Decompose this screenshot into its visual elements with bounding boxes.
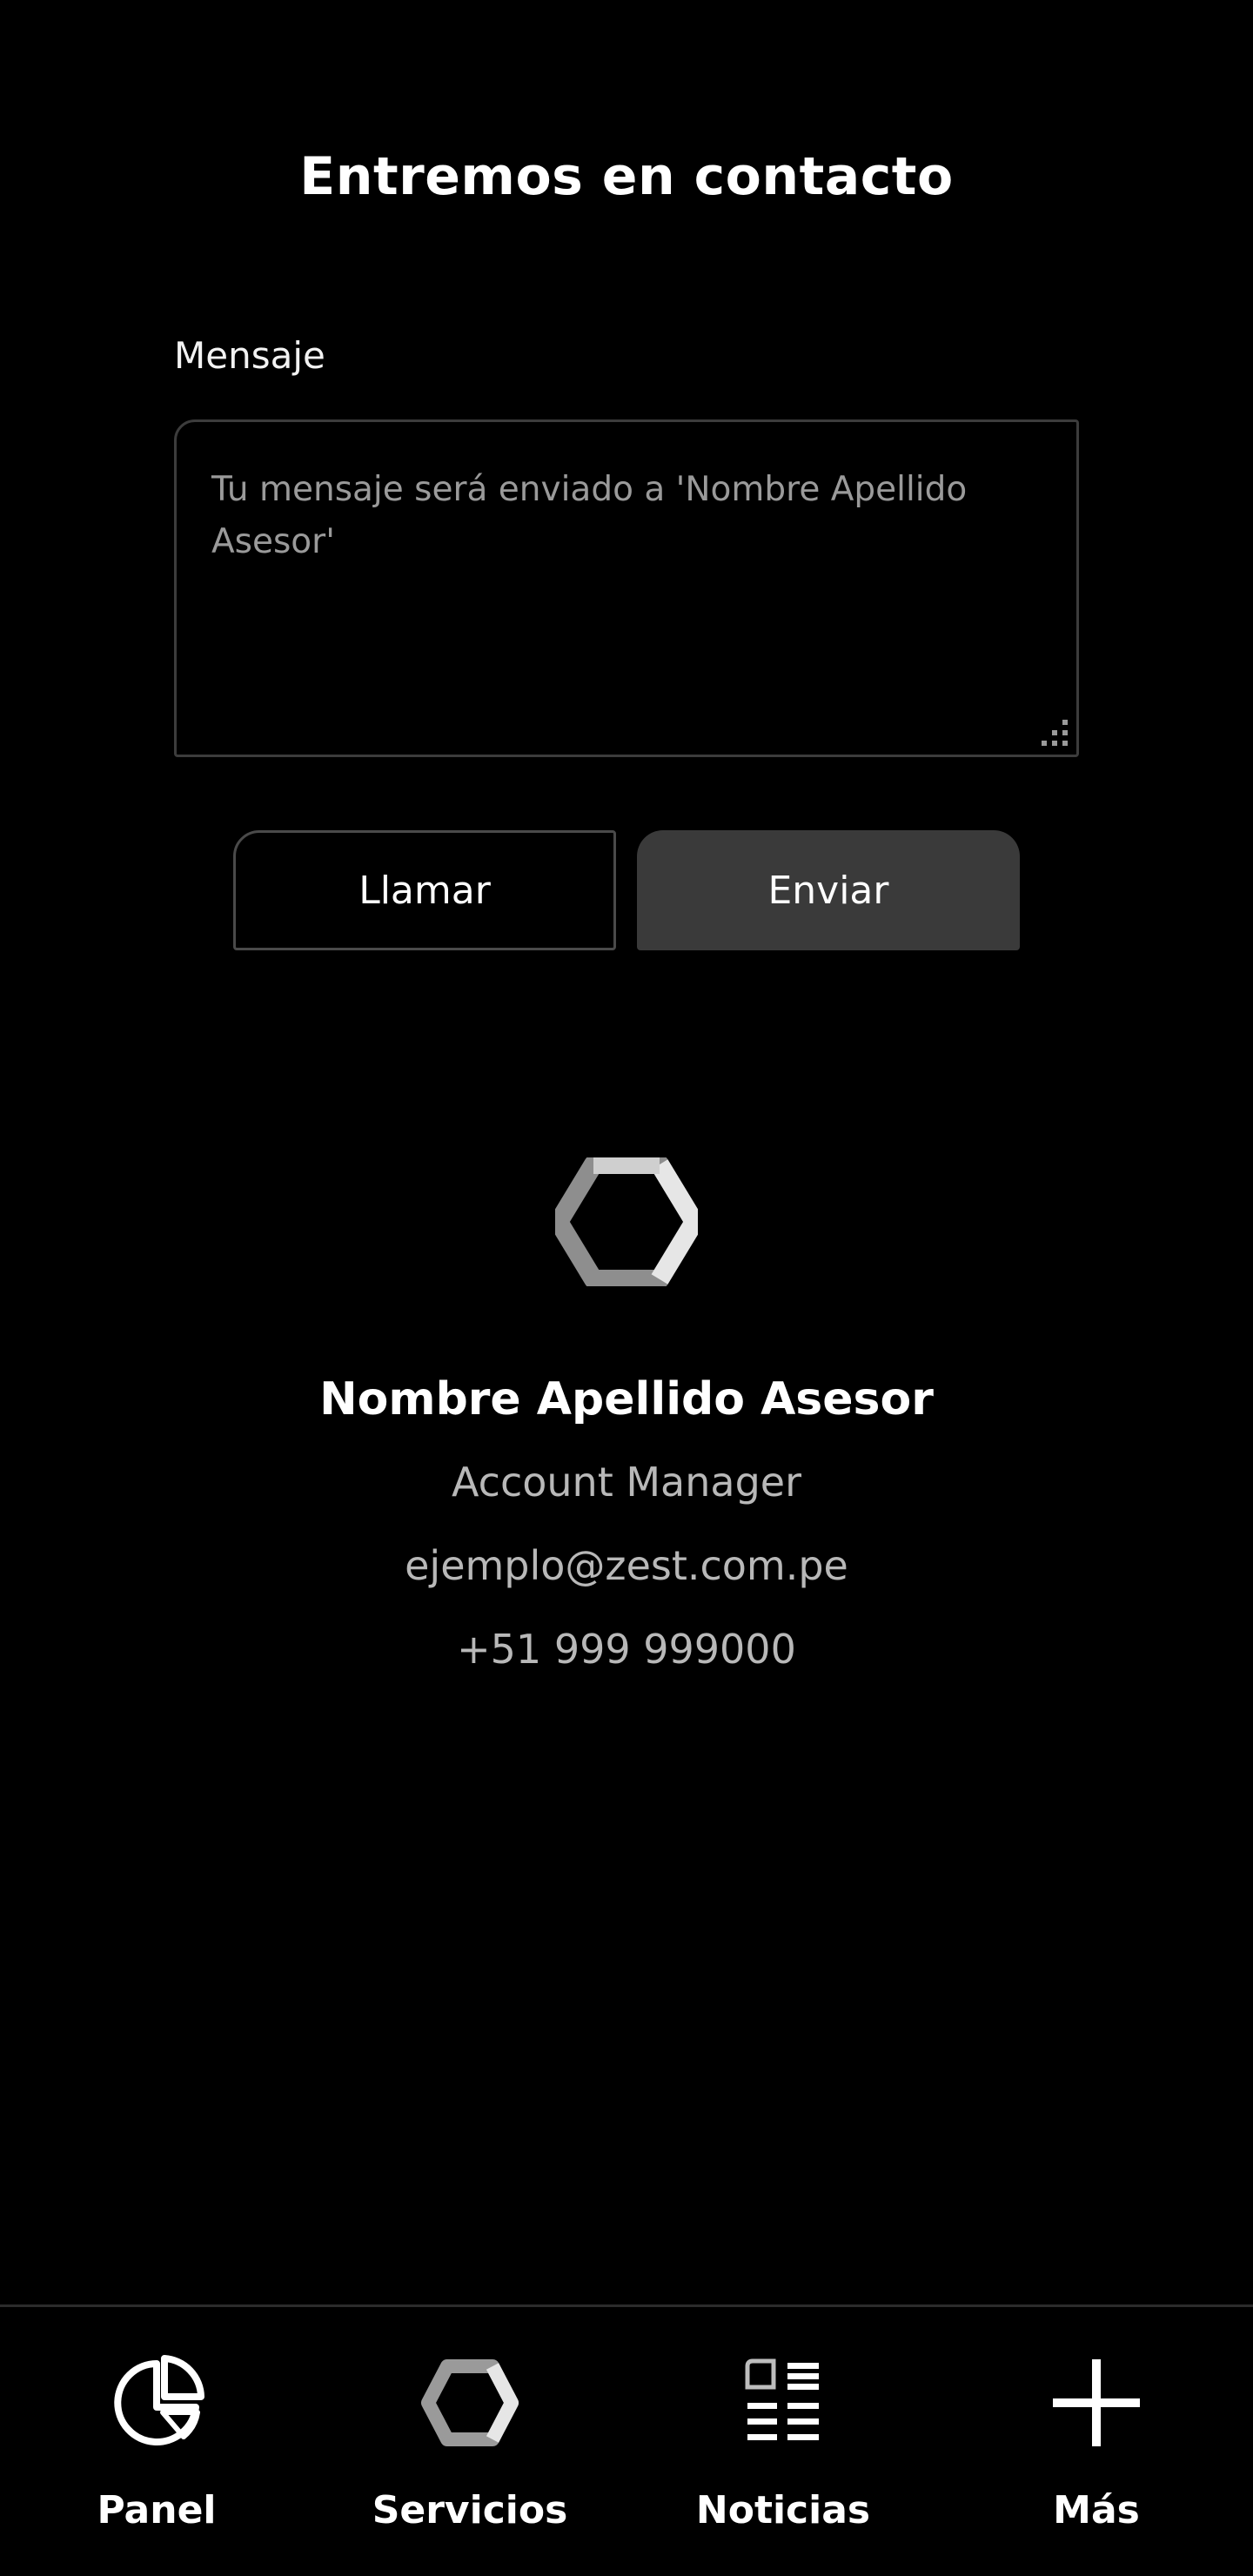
message-field-container xyxy=(174,419,1079,757)
advisor-name: Nombre Apellido Asesor xyxy=(319,1373,934,1426)
send-button[interactable]: Enviar xyxy=(637,830,1020,950)
plus-icon xyxy=(1044,2351,1149,2455)
send-button-label: Enviar xyxy=(767,868,889,913)
call-button-label: Llamar xyxy=(358,868,491,913)
contact-screen: Entremos en contacto Mensaje Llamar Envi… xyxy=(0,0,1253,2576)
advisor-role: Account Manager xyxy=(452,1459,801,1506)
nav-item-noticias[interactable]: Noticias xyxy=(626,2307,940,2576)
advisor-email[interactable]: ejemplo@zest.com.pe xyxy=(0,1542,1253,1589)
nav-label-mas: Más xyxy=(1053,2488,1140,2532)
message-label: Mensaje xyxy=(174,334,325,377)
message-textarea[interactable] xyxy=(177,422,1076,755)
hexagon-logo-icon xyxy=(555,1157,698,1286)
advisor-phone[interactable]: +51 999 999000 xyxy=(0,1626,1253,1673)
bottom-navigation: Panel Servicios Noticias Más xyxy=(0,2304,1253,2576)
nav-item-servicios[interactable]: Servicios xyxy=(313,2307,626,2576)
nav-label-servicios: Servicios xyxy=(372,2488,568,2532)
pie-chart-icon xyxy=(104,2351,209,2455)
nav-label-noticias: Noticias xyxy=(695,2488,871,2532)
nav-label-panel: Panel xyxy=(97,2488,217,2532)
nav-item-mas[interactable]: Más xyxy=(940,2307,1253,2576)
news-icon xyxy=(731,2351,835,2455)
call-button[interactable]: Llamar xyxy=(233,830,616,950)
hexagon-icon xyxy=(418,2351,522,2455)
page-title: Entremos en contacto xyxy=(299,146,954,207)
resize-handle-icon[interactable] xyxy=(1040,718,1069,748)
nav-item-panel[interactable]: Panel xyxy=(0,2307,313,2576)
